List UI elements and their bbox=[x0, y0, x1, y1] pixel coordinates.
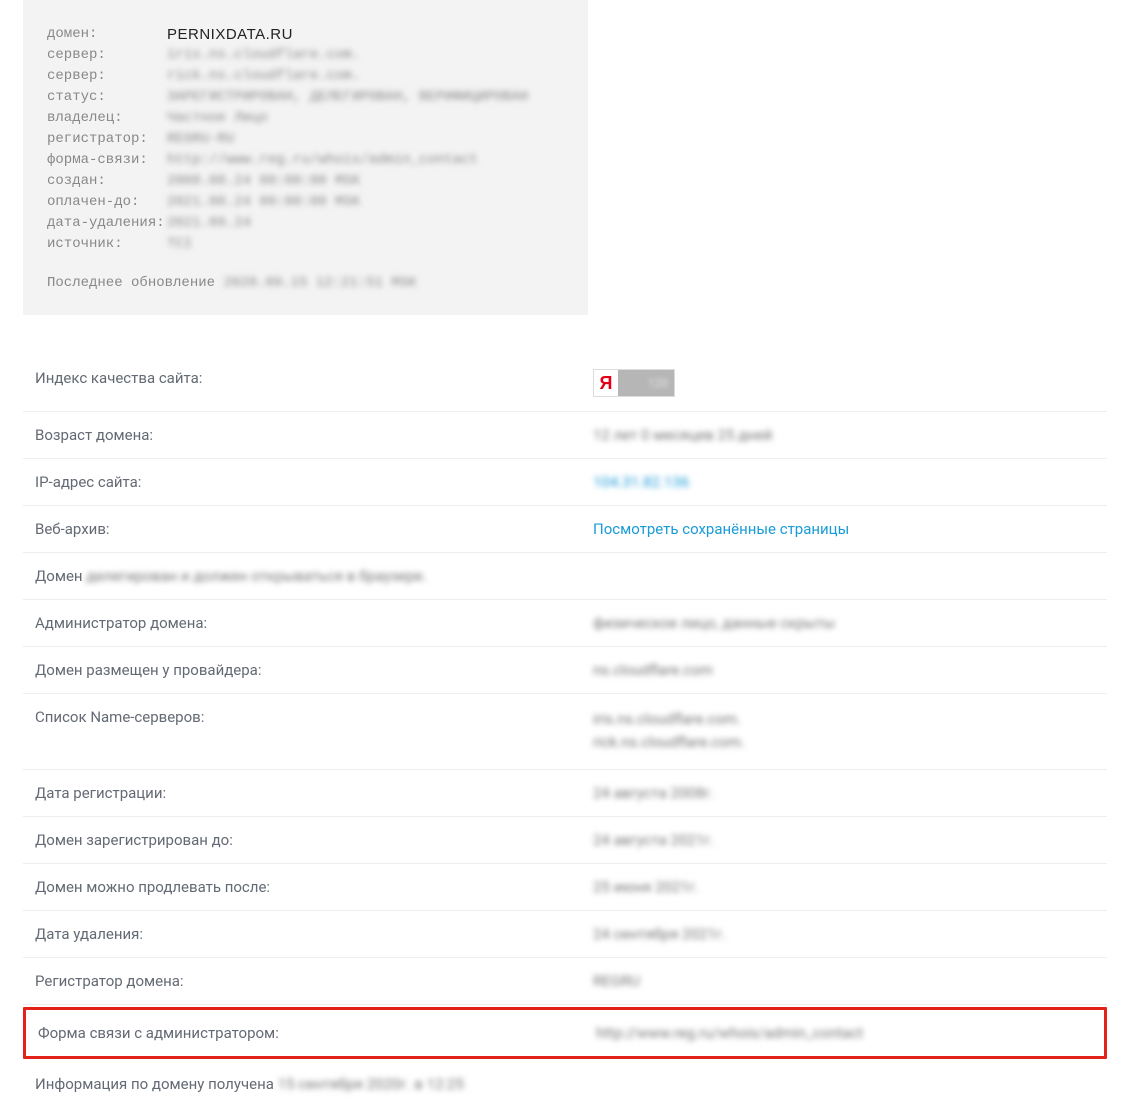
whois-row: домен:PERNIXDATA.RU bbox=[47, 24, 564, 45]
label-ip-address: IP-адрес сайта: bbox=[35, 473, 593, 491]
label-reg-date: Дата регистрации: bbox=[35, 784, 593, 802]
value-reg-until: 24 августа 2021г. bbox=[593, 831, 1095, 849]
label-admin-contact-form: Форма связи с администратором: bbox=[38, 1024, 596, 1042]
whois-label: статус: bbox=[47, 87, 167, 108]
row-ip-address: IP-адрес сайта: 104.31.82.136 bbox=[23, 459, 1107, 506]
info-footer-prefix: Информация по домену получена bbox=[35, 1075, 278, 1093]
whois-row: форма-связи:http://www.reg.ru/whois/admi… bbox=[47, 150, 564, 171]
whois-row: источник:TCI bbox=[47, 234, 564, 255]
whois-footer-value: 2020.09.15 12:21:51 MSK bbox=[223, 275, 416, 291]
whois-label: создан: bbox=[47, 171, 167, 192]
value-ip-address[interactable]: 104.31.82.136 bbox=[593, 473, 1095, 491]
value-domain-age: 12 лет 0 месяцев 25 дней bbox=[593, 426, 1095, 444]
row-reg-date: Дата регистрации: 24 августа 2008г. bbox=[23, 770, 1107, 817]
whois-label: домен: bbox=[47, 24, 167, 45]
whois-last-update: Последнее обновление 2020.09.15 12:21:51… bbox=[47, 275, 564, 291]
ns-value-1: iris.ns.cloudflare.com. bbox=[593, 708, 1095, 731]
whois-value: ЗАРЕГИСТРИРОВАН, ДЕЛЕГИРОВАН, ВЕРИФИЦИРО… bbox=[167, 87, 528, 108]
info-footer-value: 15 сентября 2020г. в 12:25 bbox=[278, 1075, 464, 1093]
whois-value: TCI bbox=[167, 234, 192, 255]
value-admin-contact-form: http://www.reg.ru/whois/admin_contact bbox=[596, 1024, 1092, 1042]
row-domain-age: Возраст домена: 12 лет 0 месяцев 25 дней bbox=[23, 412, 1107, 459]
value-admin: физическое лицо, данные скрыты bbox=[593, 614, 1095, 632]
value-yandex-quality: Я 120 bbox=[593, 369, 1095, 397]
label-web-archive: Веб-архив: bbox=[35, 520, 593, 538]
whois-label: регистратор: bbox=[47, 129, 167, 150]
value-renew-after: 25 июня 2021г. bbox=[593, 878, 1095, 896]
row-info-retrieved: Информация по домену получена 15 сентябр… bbox=[23, 1061, 1107, 1107]
whois-value: PERNIXDATA.RU bbox=[167, 24, 293, 45]
whois-row: сервер:iris.ns.cloudflare.com. bbox=[47, 45, 564, 66]
whois-value: 2008.08.24 00:00:00 MSK bbox=[167, 171, 360, 192]
domain-info-table: Индекс качества сайта: Я 120 Возраст дом… bbox=[23, 355, 1107, 1107]
whois-label: сервер: bbox=[47, 66, 167, 87]
whois-label: владелец: bbox=[47, 108, 167, 129]
whois-block: домен:PERNIXDATA.RUсервер:iris.ns.cloudf… bbox=[23, 0, 588, 315]
whois-row: создан:2008.08.24 00:00:00 MSK bbox=[47, 171, 564, 192]
yandex-y-icon: Я bbox=[594, 370, 618, 396]
label-provider: Домен размещен у провайдера: bbox=[35, 661, 593, 679]
label-admin: Администратор домена: bbox=[35, 614, 593, 632]
whois-label: источник: bbox=[47, 234, 167, 255]
whois-value: iris.ns.cloudflare.com. bbox=[167, 45, 360, 66]
domain-status-value: делегирован и должен открываться в брауз… bbox=[86, 567, 426, 585]
label-name-servers: Список Name-серверов: bbox=[35, 708, 593, 755]
value-name-servers: iris.ns.cloudflare.com. rick.ns.cloudfla… bbox=[593, 708, 1095, 755]
whois-row: дата-удаления:2021.09.24 bbox=[47, 213, 564, 234]
row-registrar: Регистратор домена: REGRU bbox=[23, 958, 1107, 1005]
row-yandex-quality: Индекс качества сайта: Я 120 bbox=[23, 355, 1107, 412]
whois-label: оплачен-до: bbox=[47, 192, 167, 213]
value-reg-date: 24 августа 2008г. bbox=[593, 784, 1095, 802]
row-reg-until: Домен зарегистрирован до: 24 августа 202… bbox=[23, 817, 1107, 864]
whois-row: сервер:rick.ns.cloudflare.com. bbox=[47, 66, 564, 87]
whois-footer-prefix: Последнее обновление bbox=[47, 275, 223, 291]
label-reg-until: Домен зарегистрирован до: bbox=[35, 831, 593, 849]
whois-row: оплачен-до:2021.08.24 00:00:00 MSK bbox=[47, 192, 564, 213]
whois-value: Частное Лицо bbox=[167, 108, 268, 129]
row-provider: Домен размещен у провайдера: ns.cloudfla… bbox=[23, 647, 1107, 694]
whois-label: дата-удаления: bbox=[47, 213, 167, 234]
ns-value-2: rick.ns.cloudflare.com. bbox=[593, 731, 1095, 754]
whois-value: REGRU-RU bbox=[167, 129, 234, 150]
label-registrar: Регистратор домена: bbox=[35, 972, 593, 990]
whois-row: владелец:Частное Лицо bbox=[47, 108, 564, 129]
row-renew-after: Домен можно продлевать после: 25 июня 20… bbox=[23, 864, 1107, 911]
whois-row: регистратор:REGRU-RU bbox=[47, 129, 564, 150]
row-admin-contact-form: Форма связи с администратором: http://ww… bbox=[23, 1007, 1107, 1059]
whois-label: форма-связи: bbox=[47, 150, 167, 171]
row-domain-status: Домен делегирован и должен открываться в… bbox=[23, 553, 1107, 600]
label-delete-date: Дата удаления: bbox=[35, 925, 593, 943]
yandex-badge[interactable]: Я 120 bbox=[593, 369, 675, 397]
value-delete-date: 24 сентября 2021г. bbox=[593, 925, 1095, 943]
label-yandex-quality: Индекс качества сайта: bbox=[35, 369, 593, 397]
domain-status-prefix: Домен bbox=[35, 567, 86, 585]
yandex-bar: 120 bbox=[618, 370, 674, 396]
whois-value: 2021.08.24 00:00:00 MSK bbox=[167, 192, 360, 213]
whois-row: статус:ЗАРЕГИСТРИРОВАН, ДЕЛЕГИРОВАН, ВЕР… bbox=[47, 87, 564, 108]
yandex-value: 120 bbox=[648, 376, 668, 390]
value-provider: ns.cloudflare.com bbox=[593, 661, 1095, 679]
label-renew-after: Домен можно продлевать после: bbox=[35, 878, 593, 896]
link-web-archive[interactable]: Посмотреть сохранённые страницы bbox=[593, 520, 1095, 538]
whois-label: сервер: bbox=[47, 45, 167, 66]
whois-value: 2021.09.24 bbox=[167, 213, 251, 234]
row-delete-date: Дата удаления: 24 сентября 2021г. bbox=[23, 911, 1107, 958]
row-web-archive: Веб-архив: Посмотреть сохранённые страни… bbox=[23, 506, 1107, 553]
value-registrar: REGRU bbox=[593, 972, 1095, 990]
row-name-servers: Список Name-серверов: iris.ns.cloudflare… bbox=[23, 694, 1107, 770]
row-admin: Администратор домена: физическое лицо, д… bbox=[23, 600, 1107, 647]
whois-value: http://www.reg.ru/whois/admin_contact bbox=[167, 150, 478, 171]
label-domain-age: Возраст домена: bbox=[35, 426, 593, 444]
whois-value: rick.ns.cloudflare.com. bbox=[167, 66, 360, 87]
